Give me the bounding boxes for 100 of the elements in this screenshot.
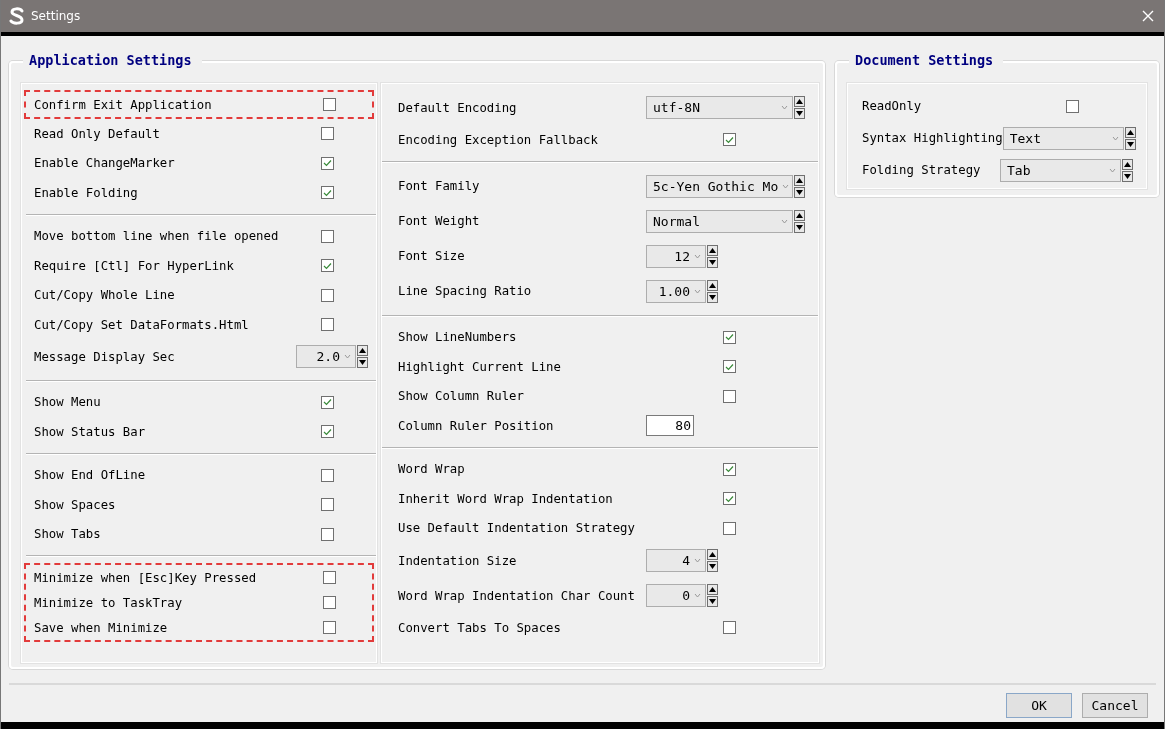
setting-label: Move bottom line when file opened	[34, 229, 279, 244]
checkbox[interactable]	[321, 156, 334, 170]
ok-button[interactable]: OK	[1006, 693, 1072, 718]
checkbox[interactable]	[323, 571, 336, 584]
checkbox[interactable]	[321, 127, 334, 141]
spin-up-button[interactable]	[707, 584, 718, 595]
dropdown[interactable]: 4	[646, 549, 706, 572]
dropdown[interactable]: 5c-Yen Gothic Mo	[646, 174, 793, 198]
setting-label: Cut/Copy Set DataFormats.Html	[34, 317, 249, 332]
checkbox[interactable]	[723, 621, 736, 635]
group-title: Document Settings	[849, 52, 1004, 68]
setting-label: Column Ruler Position	[398, 418, 554, 433]
setting-label: Highlight Current Line	[398, 359, 561, 374]
dropdown[interactable]: Normal	[646, 209, 793, 233]
checkbox[interactable]	[321, 425, 334, 439]
dropdown-caret-icon	[1109, 167, 1116, 173]
setting-label: Font Size	[398, 249, 465, 263]
setting-label: Word Wrap	[398, 462, 465, 477]
setting-label: Show Spaces	[34, 497, 116, 512]
spin-up-button[interactable]	[1122, 158, 1133, 170]
checkbox[interactable]	[321, 468, 334, 482]
dropdown[interactable]: 12	[646, 244, 706, 268]
number-field[interactable]: 80	[646, 415, 694, 437]
spin-up-button[interactable]	[707, 244, 718, 256]
spin-down-button[interactable]	[794, 221, 805, 233]
checkbox[interactable]	[1066, 99, 1079, 113]
checkbox[interactable]	[321, 527, 334, 541]
setting-label: Save when Minimize	[34, 620, 168, 635]
setting-label: Minimize when [Esc]Key Pressed	[34, 570, 257, 585]
spin-up-button[interactable]	[794, 174, 805, 186]
checkbox[interactable]	[723, 360, 736, 374]
dropdown-caret-icon	[694, 593, 701, 598]
checkbox[interactable]	[321, 186, 334, 200]
dropdown[interactable]: 1.00	[646, 279, 706, 303]
checkbox[interactable]	[723, 389, 736, 403]
checkbox[interactable]	[723, 492, 736, 506]
setting-label: Show End OfLine	[34, 468, 146, 483]
checkbox[interactable]	[321, 259, 334, 273]
dropdown-caret-icon	[781, 218, 788, 224]
spin-down-button[interactable]	[707, 596, 718, 607]
setting-label: Use Default Indentation Strategy	[398, 521, 635, 536]
setting-label: Show LineNumbers	[398, 330, 517, 345]
checkbox[interactable]	[321, 288, 334, 302]
setting-label: Syntax Highlighting	[862, 131, 1003, 145]
spin-up-button[interactable]	[357, 345, 368, 356]
spin-up-button[interactable]	[794, 209, 805, 221]
setting-label: Show Status Bar	[34, 424, 146, 439]
setting-label: Minimize to TaskTray	[34, 595, 183, 610]
checkbox[interactable]	[723, 521, 736, 535]
window-title: Settings	[31, 9, 82, 23]
setting-label: Encoding Exception Fallback	[398, 132, 598, 147]
checkbox[interactable]	[321, 229, 334, 243]
spin-down-button[interactable]	[707, 561, 718, 572]
checkbox[interactable]	[723, 133, 736, 147]
dropdown[interactable]: Tab	[1000, 158, 1121, 182]
setting-label: Message Display Sec	[34, 349, 175, 364]
setting-label: Enable Folding	[34, 185, 138, 200]
checkbox[interactable]	[321, 395, 334, 409]
spin-down-button[interactable]	[357, 357, 368, 368]
setting-label: Font Family	[398, 179, 480, 193]
setting-label: Show Menu	[34, 395, 101, 410]
checkbox[interactable]	[723, 330, 736, 344]
spin-up-button[interactable]	[794, 96, 805, 107]
setting-label: Show Tabs	[34, 527, 101, 542]
spin-down-button[interactable]	[707, 291, 718, 303]
checkbox[interactable]	[723, 462, 736, 476]
setting-label: Enable ChangeMarker	[34, 156, 175, 171]
cancel-button[interactable]: Cancel	[1082, 693, 1148, 718]
spin-down-button[interactable]	[1122, 170, 1133, 182]
dropdown-caret-icon	[344, 354, 351, 359]
setting-label: Read Only Default	[34, 126, 160, 141]
dropdown[interactable]: 2.0	[296, 345, 356, 368]
spin-down-button[interactable]	[794, 108, 805, 119]
spin-up-button[interactable]	[707, 549, 718, 560]
dropdown[interactable]: Text	[1002, 126, 1124, 150]
spin-down-button[interactable]	[794, 186, 805, 198]
setting-label: Font Weight	[398, 214, 480, 228]
dropdown-caret-icon	[781, 105, 788, 110]
close-icon[interactable]	[1142, 10, 1154, 22]
spin-up-button[interactable]	[1124, 126, 1136, 138]
dropdown-caret-icon	[782, 183, 790, 189]
setting-label: Word Wrap Indentation Char Count	[398, 588, 635, 603]
checkbox[interactable]	[323, 596, 336, 609]
group-title: Application Settings	[23, 52, 202, 68]
spin-down-button[interactable]	[1124, 138, 1136, 150]
checkbox[interactable]	[321, 498, 334, 512]
setting-label: Confirm Exit Application	[34, 97, 212, 112]
checkbox[interactable]	[323, 98, 336, 111]
dropdown[interactable]: 0	[646, 584, 706, 607]
setting-label: Default Encoding	[398, 100, 517, 115]
dropdown[interactable]: utf-8N	[646, 96, 793, 119]
checkbox[interactable]	[321, 318, 334, 332]
checkbox[interactable]	[323, 621, 336, 634]
spin-up-button[interactable]	[707, 279, 718, 291]
setting-label: Line Spacing Ratio	[398, 284, 532, 298]
setting-label: Convert Tabs To Spaces	[398, 620, 561, 635]
setting-label: ReadOnly	[862, 99, 922, 113]
spin-down-button[interactable]	[707, 256, 718, 268]
app-logo-icon	[9, 7, 25, 25]
dropdown-caret-icon	[694, 288, 701, 294]
